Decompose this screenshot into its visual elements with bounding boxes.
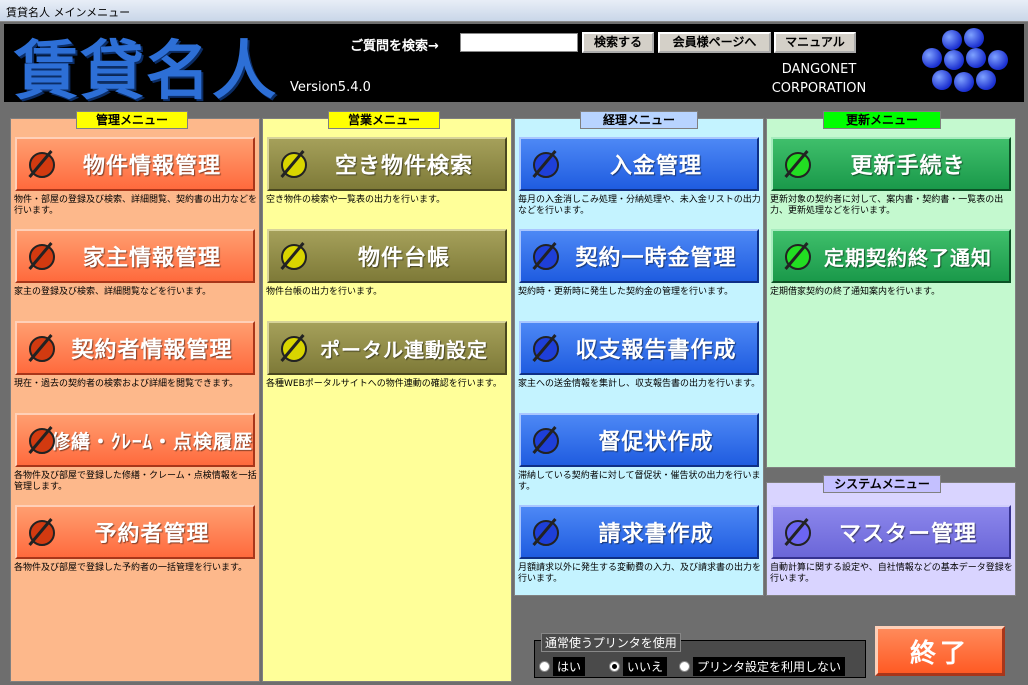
koshin-procedure-desc: 更新対象の契約者に対して、案内書・契約書・一覧表の出力、更新処理などを行います。 (770, 195, 1004, 216)
title-bar: 賃貸名人 メインメニュー (0, 0, 1028, 22)
keiri-menu-title: 経理メニュー (580, 111, 698, 129)
shuzen-history-desc: 各物件及び部屋で登録した修繕・クレーム・点検情報を一括管理します。 (14, 471, 257, 492)
search-label: ご質問を検索→ (350, 39, 439, 54)
tokusoku-button[interactable]: 督促状作成 (519, 413, 759, 467)
teiki-end-notice-button[interactable]: 定期契約終了通知 (771, 229, 1011, 283)
system-menu-title: システムメニュー (823, 475, 941, 493)
printer-option-title: 通常使うプリンタを使用 (541, 633, 681, 652)
printer-option-group: 通常使うプリンタを使用 はい いいえ プリンタ設定を利用しない (534, 633, 866, 678)
yanushi-info-desc: 家主の登録及び検索、詳細閲覧などを行います。 (14, 287, 212, 297)
bukken-info-button[interactable]: 物件情報管理 (15, 137, 255, 191)
akibukken-search-desc: 空き物件の検索や一覧表の出力を行います。 (266, 195, 446, 205)
portal-link-desc: 各種WEBポータルサイトへの物件連動の確認を行います。 (266, 379, 502, 389)
corp-line2: CORPORATION (771, 81, 867, 96)
radio-selected-icon (609, 660, 620, 672)
printer-yes-radio[interactable]: はい (539, 656, 586, 676)
version-label: Version5.4.0 (290, 80, 371, 95)
system-menu-panel: システムメニュー マスター管理 自動計算に関する設定や、自社情報などの基本データ… (766, 475, 1016, 596)
app-logo: 賃貸名人 (14, 34, 278, 109)
shushi-report-desc: 家主への送金情報を集計し、収支報告書の出力を行います。 (518, 379, 761, 389)
corporation-name: DANGONET CORPORATION (764, 60, 874, 98)
portal-link-button[interactable]: ポータル連動設定 (267, 321, 507, 375)
kanri-menu-panel: 管理メニュー 物件情報管理 物件・部屋の登録及び検索、詳細閲覧、契約書の出力など… (10, 111, 260, 682)
printer-no-radio[interactable]: いいえ (609, 656, 668, 676)
manual-button[interactable]: マニュアル (774, 32, 856, 53)
member-page-button[interactable]: 会員様ページへ (658, 32, 771, 53)
search-input[interactable] (460, 33, 578, 52)
shuzen-history-button[interactable]: 修繕・ｸﾚｰﾑ・点検履歴 (15, 413, 255, 467)
window-title: 賃貸名人 メインメニュー (6, 6, 131, 19)
ichijikin-desc: 契約時・更新時に発生した契約金の管理を行います。 (518, 287, 734, 297)
bukken-daicho-desc: 物件台帳の出力を行います。 (266, 287, 383, 297)
teiki-end-notice-desc: 定期借家契約の終了通知案内を行います。 (770, 287, 941, 297)
master-management-desc: 自動計算に関する設定や、自社情報などの基本データ登録を行います。 (770, 563, 1013, 584)
yanushi-info-button[interactable]: 家主情報管理 (15, 229, 255, 283)
corporate-logo-icon (922, 28, 1008, 92)
keiyakusha-info-button[interactable]: 契約者情報管理 (15, 321, 255, 375)
bukken-daicho-button[interactable]: 物件台帳 (267, 229, 507, 283)
header: 賃貸名人 Version5.4.0 ご質問を検索→ 検索する 会員様ページへ マ… (4, 24, 1024, 109)
nyukin-desc: 毎月の入金消しこみ処理・分納処理や、未入金リストの出力などを行います。 (518, 195, 761, 216)
corp-line1: DANGONET (781, 62, 857, 77)
nyukin-button[interactable]: 入金管理 (519, 137, 759, 191)
keiyakusha-info-desc: 現在・過去の契約者の検索および詳細を閲覧できます。 (14, 379, 239, 389)
printer-no-setting-radio[interactable]: プリンタ設定を利用しない (679, 656, 846, 676)
koshin-procedure-button[interactable]: 更新手続き (771, 137, 1011, 191)
main-window: 賃貸名人 メインメニュー 賃貸名人 Version5.4.0 ご質問を検索→ 検… (0, 0, 1028, 685)
radio-icon (539, 660, 550, 672)
shushi-report-button[interactable]: 収支報告書作成 (519, 321, 759, 375)
eigyo-menu-panel: 営業メニュー 空き物件検索 空き物件の検索や一覧表の出力を行います。 物件台帳 … (262, 111, 512, 682)
koshin-menu-title: 更新メニュー (823, 111, 941, 129)
keiri-menu-panel: 経理メニュー 入金管理 毎月の入金消しこみ処理・分納処理や、未入金リストの出力な… (514, 111, 764, 596)
radio-icon (679, 660, 690, 672)
bukken-info-desc: 物件・部屋の登録及び検索、詳細閲覧、契約書の出力などを行います。 (14, 195, 258, 216)
seikyusho-button[interactable]: 請求書作成 (519, 505, 759, 559)
ichijikin-button[interactable]: 契約一時金管理 (519, 229, 759, 283)
master-management-button[interactable]: マスター管理 (771, 505, 1011, 559)
kanri-menu-title: 管理メニュー (76, 111, 188, 129)
exit-button[interactable]: 終了 (875, 626, 1005, 676)
yoyakusha-button[interactable]: 予約者管理 (15, 505, 255, 559)
eigyo-menu-title: 営業メニュー (328, 111, 440, 129)
yoyakusha-desc: 各物件及び部屋で登録した予約者の一括管理を行います。 (14, 563, 248, 573)
tokusoku-desc: 滞納している契約者に対して督促状・催告状の出力を行います。 (518, 471, 761, 492)
seikyusho-desc: 月額請求以外に発生する変動費の入力、及び請求書の出力を行います。 (518, 563, 762, 584)
akibukken-search-button[interactable]: 空き物件検索 (267, 137, 507, 191)
search-button[interactable]: 検索する (582, 32, 654, 53)
koshin-menu-panel: 更新メニュー 更新手続き 更新対象の契約者に対して、案内書・契約書・一覧表の出力… (766, 111, 1016, 468)
